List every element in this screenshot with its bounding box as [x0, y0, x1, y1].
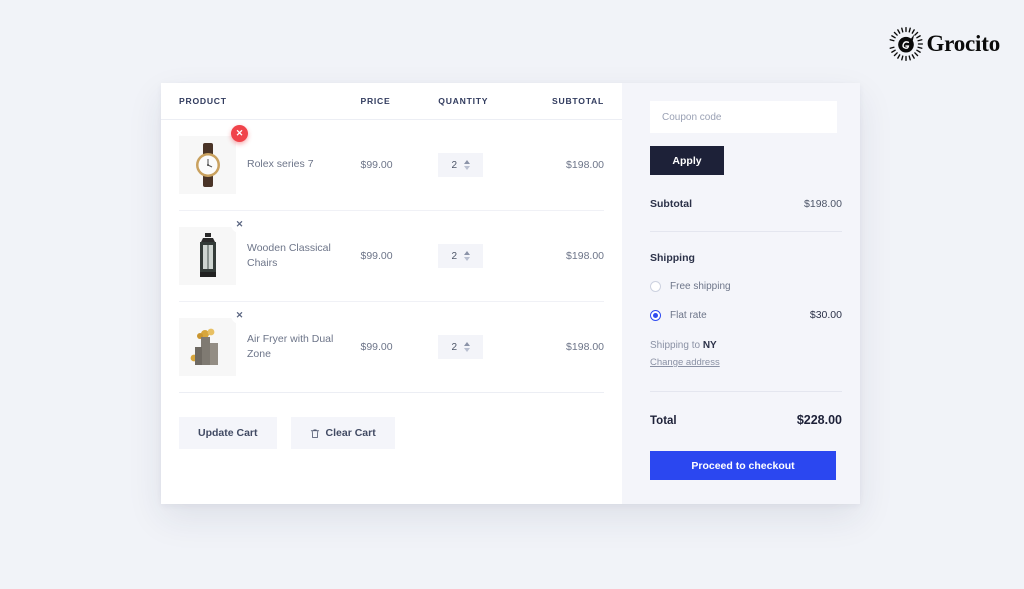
shipping-title: Shipping — [650, 252, 695, 264]
trash-icon — [310, 428, 320, 439]
table-row: ✕ Wooden Classical Chairs $99.00 2 $198.… — [179, 211, 604, 302]
shipping-to-prefix: Shipping to — [650, 340, 703, 351]
lantern-thumbnail-icon — [179, 227, 236, 285]
update-cart-label: Update Cart — [198, 427, 258, 439]
shipping-destination: Shipping to NY — [650, 340, 842, 351]
product-price: $99.00 — [360, 341, 393, 353]
shipping-option-flat-rate[interactable]: Flat rate $30.00 — [650, 309, 842, 321]
update-cart-button[interactable]: Update Cart — [179, 417, 277, 449]
stepper-arrows-icon[interactable] — [464, 160, 471, 170]
cart-actions: Update Cart Clear Cart — [161, 393, 622, 449]
column-header-product: PRODUCT — [179, 96, 227, 106]
table-row: ✕ Air Fryer with Dual Zone $99.00 2 $198… — [179, 302, 604, 393]
subtotal-row: Subtotal $198.00 — [650, 198, 842, 210]
apply-label: Apply — [672, 154, 702, 167]
table-row: ✕ Rolex series 7 $99.00 2 $198.00 — [179, 120, 604, 211]
product-price: $99.00 — [360, 250, 393, 262]
column-header-quantity: QUANTITY — [438, 96, 489, 106]
product-subtotal: $198.00 — [566, 341, 605, 353]
table-header: PRODUCT PRICE QUANTITY SUBTOTAL — [161, 83, 622, 120]
radio-flat-rate-icon[interactable] — [650, 309, 661, 321]
cart-card: PRODUCT PRICE QUANTITY SUBTOTAL ✕ Rolex … — [161, 83, 860, 504]
product-name: Wooden Classical Chairs — [247, 241, 331, 269]
shipping-option-label: Flat rate — [670, 309, 707, 321]
cart-table-area: PRODUCT PRICE QUANTITY SUBTOTAL ✕ Rolex … — [161, 83, 622, 504]
cart-item-list: ✕ Rolex series 7 $99.00 2 $198.00 ✕ Wood… — [161, 120, 622, 393]
shipping-option-price: $30.00 — [809, 309, 842, 321]
remove-item-button[interactable]: ✕ — [231, 307, 248, 324]
column-header-subtotal: SUBTOTAL — [552, 96, 605, 106]
product-name: Air Fryer with Dual Zone — [247, 332, 334, 360]
checkout-label: Proceed to checkout — [691, 459, 795, 472]
stepper-arrows-icon[interactable] — [464, 251, 471, 261]
quantity-cell: 2 — [438, 153, 527, 177]
total-row: Total $228.00 — [650, 413, 842, 427]
divider — [650, 391, 842, 392]
quantity-stepper[interactable]: 2 — [438, 153, 484, 177]
product-subtotal: $198.00 — [566, 250, 605, 262]
product-name: Rolex series 7 — [247, 158, 314, 171]
shipping-option-label: Free shipping — [670, 281, 731, 292]
subtotal-label: Subtotal — [650, 198, 692, 210]
vases-with-flowers-thumbnail-icon — [179, 318, 236, 376]
brand-name: Grocito — [926, 31, 1000, 56]
product-cell: ✕ Rolex series 7 — [179, 125, 360, 194]
product-cell: ✕ Wooden Classical Chairs — [179, 216, 360, 285]
thumbnail-wrapper: ✕ — [179, 216, 248, 285]
thumbnail-wrapper: ✕ — [179, 307, 248, 376]
apply-coupon-button[interactable]: Apply — [650, 146, 724, 175]
quantity-cell: 2 — [438, 244, 527, 268]
clear-cart-label: Clear Cart — [325, 427, 376, 439]
product-subtotal: $198.00 — [566, 159, 605, 171]
thumbnail-wrapper: ✕ — [179, 125, 248, 194]
shipping-option-free[interactable]: Free shipping — [650, 281, 842, 292]
remove-item-button[interactable]: ✕ — [231, 125, 248, 142]
quantity-value: 2 — [451, 341, 458, 353]
radio-free-shipping-icon[interactable] — [650, 281, 661, 292]
quantity-stepper[interactable]: 2 — [438, 244, 484, 268]
quantity-cell: 2 — [438, 335, 527, 359]
quantity-value: 2 — [451, 159, 458, 171]
cart-summary-panel: Apply Subtotal $198.00 Shipping Free shi… — [622, 83, 860, 504]
quantity-value: 2 — [451, 250, 458, 262]
wristwatch-thumbnail-icon — [179, 136, 236, 194]
coupon-input[interactable] — [650, 101, 837, 133]
brand-logo: Grocito — [889, 27, 1000, 61]
page-root: Grocito PRODUCT PRICE QUANTITY SUBTOTAL — [0, 0, 1024, 589]
change-address-link[interactable]: Change address — [650, 357, 720, 368]
quantity-stepper[interactable]: 2 — [438, 335, 484, 359]
total-label: Total — [650, 415, 677, 427]
grocito-sunburst-logo-icon — [889, 27, 924, 61]
shipping-to-region: NY — [702, 340, 717, 351]
divider — [650, 231, 842, 232]
remove-item-button[interactable]: ✕ — [231, 216, 248, 233]
product-cell: ✕ Air Fryer with Dual Zone — [179, 307, 360, 376]
total-value: $228.00 — [796, 413, 842, 427]
column-header-price: PRICE — [360, 96, 391, 106]
product-price: $99.00 — [360, 159, 393, 171]
subtotal-value: $198.00 — [804, 198, 842, 210]
proceed-to-checkout-button[interactable]: Proceed to checkout — [650, 451, 836, 480]
clear-cart-button[interactable]: Clear Cart — [290, 417, 395, 449]
stepper-arrows-icon[interactable] — [464, 342, 471, 352]
